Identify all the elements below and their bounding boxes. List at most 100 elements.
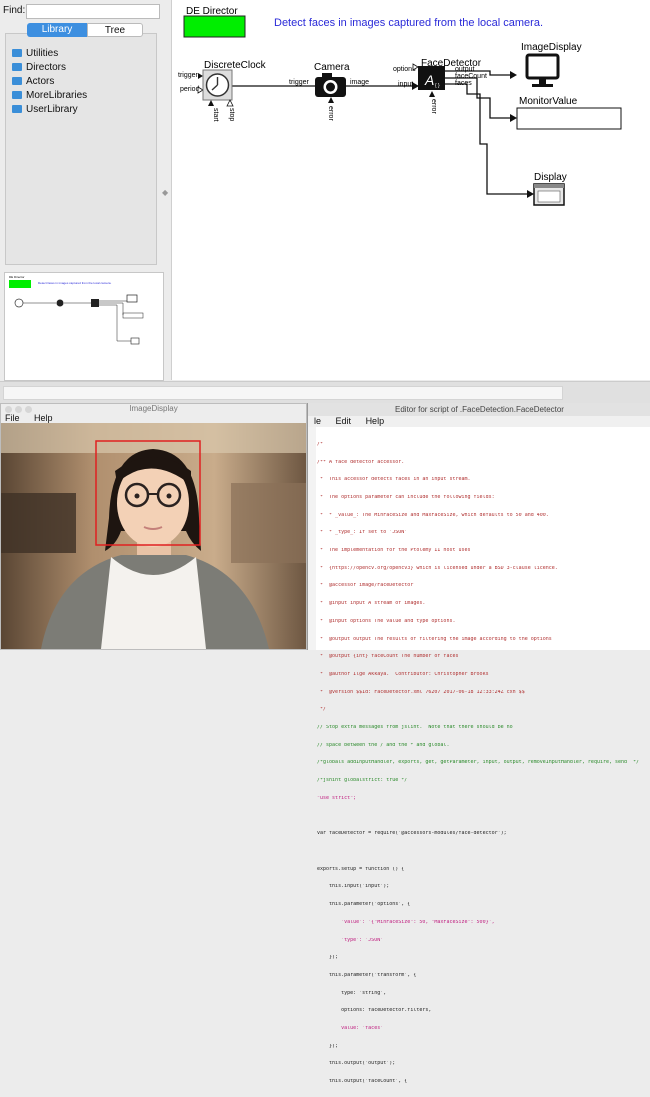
display-label: Display <box>534 172 567 183</box>
code-line: // space between the / and the * and glo… <box>317 742 450 748</box>
code-line: type: 'string', <box>317 990 387 996</box>
camera-frame <box>1 423 306 649</box>
imagedisplay-label: ImageDisplay <box>521 42 582 53</box>
code-line: "use strict"; <box>317 795 357 801</box>
code-line: * {https://opencv.org/opencv3} which is … <box>317 565 558 571</box>
code-line: * @input input A stream of images. <box>317 601 426 607</box>
code-line: this.output('output'); <box>317 1061 396 1067</box>
tab-library[interactable]: Library <box>27 23 87 37</box>
menu-help[interactable]: Help <box>366 416 385 426</box>
library-item-morelibraries[interactable]: MoreLibraries <box>12 90 87 102</box>
code-line: * @accessor image/FaceDetector <box>317 583 414 589</box>
library-item-actors[interactable]: Actors <box>12 76 54 88</box>
library-item-utilities[interactable]: Utilities <box>12 48 58 60</box>
imagedisplay-monitor-icon[interactable] <box>525 53 560 87</box>
clock-period-port: period <box>180 86 200 93</box>
library-item-label: Actors <box>26 76 55 87</box>
code-line: 'value': '{"MinFaceSize": 50, "MaxFaceSi… <box>317 919 495 925</box>
window-title: ImageDisplay <box>129 404 178 413</box>
camera-icon[interactable] <box>315 73 346 97</box>
library-item-label: Utilities <box>26 48 59 59</box>
menu-file[interactable]: File <box>5 413 20 423</box>
find-input[interactable] <box>26 4 160 19</box>
facedetector-facecount-port: faceCount <box>455 73 487 80</box>
code-line: /* <box>317 441 324 447</box>
camera-label: Camera <box>314 62 350 73</box>
folder-icon <box>12 91 22 99</box>
facedetector-input-port: input <box>398 81 413 88</box>
overview-thumbnail[interactable]: DE Director Detect faces in images captu… <box>4 272 164 381</box>
menu-file[interactable]: le <box>314 416 321 426</box>
library-item-directors[interactable]: Directors <box>12 62 66 74</box>
code-line: * @input options The value and type opti… <box>317 618 456 624</box>
script-editor-window: Editor for script of .FaceDetection.Face… <box>307 403 650 1084</box>
facedetector-faces-port: faces <box>455 80 472 87</box>
code-line: * * _type_: If set to 'JSON' <box>317 530 408 536</box>
clock-stop-port: stop <box>228 108 235 121</box>
model-canvas[interactable]: DE Director Detect faces in images captu… <box>171 0 650 380</box>
code-area[interactable]: /* /** A face detector accessor. * This … <box>317 430 649 1097</box>
code-line: 'type': 'JSON' <box>317 937 384 943</box>
display-window-icon[interactable] <box>533 183 565 206</box>
menu-help[interactable]: Help <box>34 413 53 423</box>
find-label: Find: <box>3 5 26 16</box>
svg-text:A: A <box>424 72 434 88</box>
code-line: options: faceDetector.filters, <box>317 1008 432 1014</box>
code-line: * * _value_: The MinFaceSize and MaxFace… <box>317 512 549 518</box>
code-line: exports.setup = function () { <box>317 866 405 872</box>
code-line: * @version $$Id: FaceDetector.xml 76207 … <box>317 689 525 695</box>
library-item-userlibrary[interactable]: UserLibrary <box>12 104 78 116</box>
window-titlebar: ImageDisplay <box>1 404 306 413</box>
code-line: this.parameter('transform', { <box>317 972 417 978</box>
model-description: Detect faces in images captured from the… <box>274 17 543 29</box>
code-line: this.input('input'); <box>317 884 390 890</box>
editor-menu-bar: le Edit Help <box>308 416 650 427</box>
connections <box>232 70 527 195</box>
code-line: var faceDetector = require('@accessors-m… <box>317 831 507 837</box>
code-line: */ <box>317 707 327 713</box>
camera-error-port: error <box>327 106 334 121</box>
monitorvalue-box[interactable] <box>516 107 622 130</box>
code-line: * @author Ilge Akkaya. Contributor: Chri… <box>317 671 489 677</box>
folder-icon <box>12 63 22 71</box>
image-display-window: ImageDisplay File Help <box>0 403 307 650</box>
clock-trigger-port: trigger <box>178 72 199 79</box>
facedetector-output-port: output <box>455 66 475 73</box>
code-line: /** A face detector accessor. <box>317 459 405 465</box>
overview-director-label: DE Director <box>9 275 25 279</box>
library-tabs: Library Tree <box>27 23 143 37</box>
editor-gutter <box>308 427 316 650</box>
splitter-handle[interactable]: ◆ <box>162 188 168 197</box>
folder-icon <box>12 105 22 113</box>
facedetector-icon[interactable]: A { } <box>418 66 445 90</box>
folder-icon <box>12 77 22 85</box>
status-field <box>3 386 563 400</box>
code-line: }); <box>317 955 339 961</box>
facedetector-error-port: error <box>430 99 437 114</box>
editor-title: Editor for script of .FaceDetection.Face… <box>308 403 650 416</box>
code-line: this.parameter('options', { <box>317 902 411 908</box>
folder-icon <box>12 49 22 57</box>
arrowheads <box>315 71 534 198</box>
code-line: * @output {int} faceCount The number of … <box>317 654 459 660</box>
monitorvalue-label: MonitorValue <box>519 96 578 107</box>
clock-label: DiscreteClock <box>204 60 267 71</box>
svg-text:{ }: { } <box>435 83 440 89</box>
de-director[interactable] <box>183 15 246 38</box>
clock-icon[interactable] <box>202 69 233 101</box>
library-panel: Utilities Directors Actors MoreLibraries… <box>5 33 157 265</box>
code-line: /*globals addInputHandler, exports, get,… <box>317 760 640 766</box>
overview-description: Detect faces in images captured from the… <box>38 281 112 285</box>
library-item-label: UserLibrary <box>26 104 78 115</box>
menu-edit[interactable]: Edit <box>336 416 352 426</box>
code-line: // Stop extra messages from jslint. Note… <box>317 725 513 731</box>
tab-tree[interactable]: Tree <box>87 23 143 37</box>
clock-start-port: start <box>212 108 219 122</box>
code-line: }); <box>317 1043 339 1049</box>
code-line: * The implementation for the Ptolemy II … <box>317 548 471 554</box>
camera-trigger-port: trigger <box>289 79 310 86</box>
code-line: * This accessor detects faces in an inpu… <box>317 477 471 483</box>
director-label: DE Director <box>186 6 238 17</box>
